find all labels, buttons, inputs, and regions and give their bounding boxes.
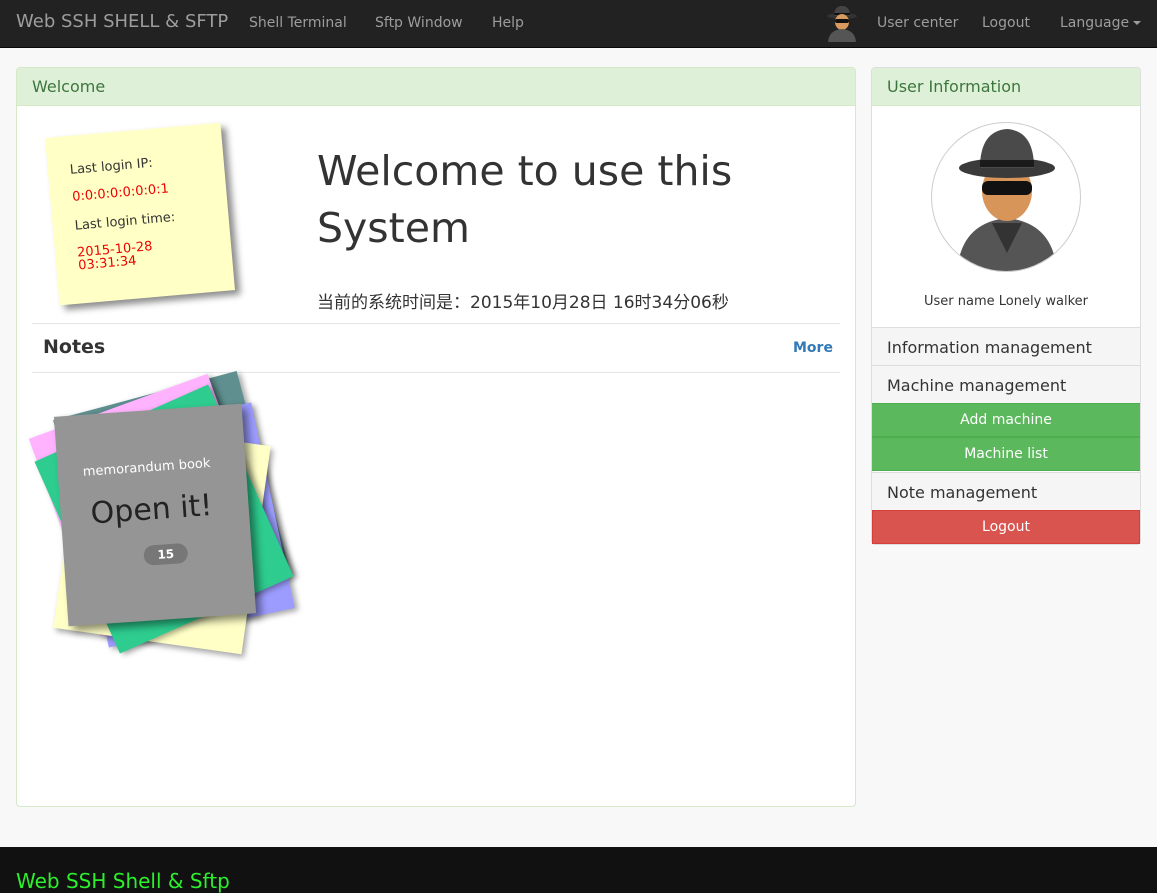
notes-title: Notes xyxy=(43,336,106,358)
last-login-sticky-note: Last login IP: 0:0:0:0:0:0:0:1 Last logi… xyxy=(45,122,235,306)
nav-help[interactable]: Help xyxy=(492,15,524,31)
last-login-time-label: Last login time: xyxy=(74,209,176,234)
last-login-ip-value: 0:0:0:0:0:0:0:1 xyxy=(71,181,170,205)
memo-book-cover[interactable]: memorandum book Open it! 15 xyxy=(53,403,257,627)
memo-open-label: Open it! xyxy=(89,488,214,532)
nav-user-center[interactable]: User center xyxy=(877,15,958,31)
brand-link[interactable]: Web SSH SHELL & SFTP xyxy=(16,11,228,32)
divider xyxy=(32,323,840,324)
top-navbar: Web SSH SHELL & SFTP Shell Terminal Sftp… xyxy=(0,0,1157,48)
system-time: 当前的系统时间是：2015年10月28日 16时34分06秒 xyxy=(317,293,729,313)
footer: Web SSH Shell & Sftp xyxy=(0,847,1157,893)
welcome-panel-heading: Welcome xyxy=(17,68,855,106)
welcome-title: Welcome to use this System xyxy=(317,147,733,252)
language-label: Language xyxy=(1060,15,1130,31)
menu-information-management[interactable]: Information management xyxy=(872,327,1140,365)
user-info-heading: User Information xyxy=(872,68,1140,106)
menu-note-management[interactable]: Note management xyxy=(872,472,1140,510)
nav-sftp-window[interactable]: Sftp Window xyxy=(375,15,463,31)
notes-count-badge: 15 xyxy=(143,542,189,566)
divider xyxy=(32,372,840,373)
last-login-ip-label: Last login IP: xyxy=(69,155,154,178)
machine-list-button[interactable]: Machine list xyxy=(872,437,1140,471)
username-label: User name Lonely walker xyxy=(923,294,1089,309)
welcome-panel: Welcome Last login IP: 0:0:0:0:0:0:0:1 L… xyxy=(16,67,856,807)
add-machine-button[interactable]: Add machine xyxy=(872,403,1140,437)
caret-down-icon xyxy=(1133,21,1142,25)
spy-avatar-icon[interactable] xyxy=(823,4,861,42)
nav-logout[interactable]: Logout xyxy=(982,15,1030,31)
logout-button[interactable]: Logout xyxy=(872,510,1140,544)
memo-book-label: memorandum book xyxy=(82,456,211,480)
spy-avatar-icon xyxy=(957,129,1057,271)
footer-text: Web SSH Shell & Sftp xyxy=(16,869,230,893)
menu-machine-management[interactable]: Machine management xyxy=(872,365,1140,403)
user-info-panel: User Information User name Lonely walker… xyxy=(871,67,1141,545)
avatar xyxy=(931,122,1081,272)
notes-more-link[interactable]: More xyxy=(793,340,833,356)
memo-stack[interactable]: memorandum book Open it! 15 xyxy=(27,370,307,670)
nav-language-dropdown[interactable]: Language xyxy=(1060,15,1142,31)
nav-shell-terminal[interactable]: Shell Terminal xyxy=(249,15,347,31)
last-login-time-value: 2015-10-28 03:31:34 xyxy=(76,239,154,274)
